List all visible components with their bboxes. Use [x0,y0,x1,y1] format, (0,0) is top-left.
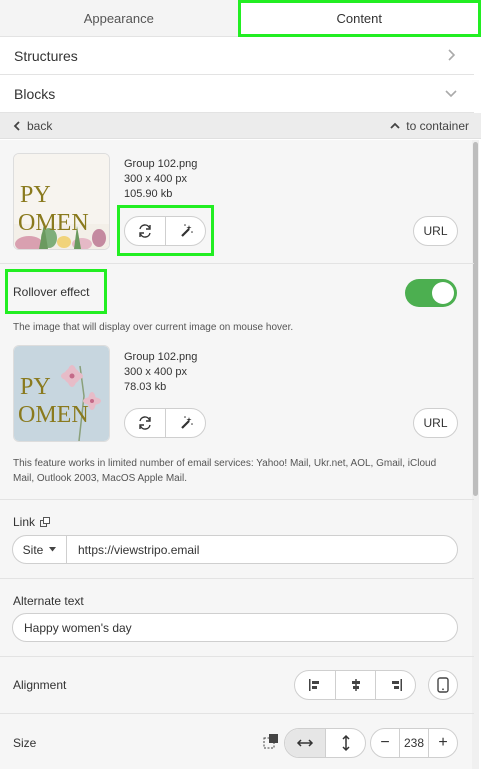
alignment-label: Alignment [13,678,67,692]
back-button[interactable]: back [12,119,52,133]
image-url-button[interactable]: URL [413,216,458,246]
align-right-button[interactable] [375,671,415,699]
refresh-icon [139,416,151,430]
scrollbar-thumb[interactable] [473,142,478,496]
size-width-button[interactable] [285,729,325,757]
link-label-row: Link [13,515,51,529]
rollover-label: Rollover effect [13,285,90,299]
size-increase-button[interactable]: + [429,729,457,757]
divider [0,656,474,657]
rollover-meta: Group 102.png 300 x 400 px 78.03 kb [124,350,197,395]
edit-rollover-image-button[interactable] [165,409,205,437]
responsive-size-icon[interactable] [263,733,279,749]
magic-wand-icon [180,224,193,237]
image-size: 105.90 kb [124,188,173,200]
copy-icon[interactable] [40,516,51,528]
replace-rollover-image-button[interactable] [125,409,165,437]
tab-content[interactable]: Content [237,0,481,37]
alt-text-field [12,613,458,642]
arrow-horizontal-icon [296,739,314,747]
size-value[interactable]: 238 [399,729,429,757]
tab-bar: Appearance Content [0,0,481,37]
rollover-actions [124,408,206,438]
image-filename: Group 102.png [124,158,198,170]
refresh-icon [139,224,151,238]
accordion-structures[interactable]: Structures [0,37,474,75]
mobile-view-button[interactable] [428,670,458,700]
rollover-description: The image that will display over current… [13,322,294,333]
toggle-knob [432,282,454,304]
image-dimensions: 300 x 400 px [124,173,187,185]
rollover-toggle[interactable] [405,279,457,307]
image-thumbnail: PY OMEN [13,153,110,250]
alignment-group [294,670,416,700]
rollover-dimensions: 300 x 400 px [124,366,187,378]
to-container-button[interactable]: to container [389,119,469,133]
accordion-structures-label: Structures [14,47,78,64]
arrow-vertical-icon [341,734,350,752]
divider [0,499,474,500]
magic-wand-icon [180,416,193,429]
thumb-text-omen: OMEN [18,210,89,236]
link-url-input[interactable] [67,536,457,563]
size-mode-group [284,728,366,758]
rollover-thumbnail: PY OMEN [13,345,110,442]
thumb-text-py: PY [20,182,51,208]
size-decrease-button[interactable]: − [371,729,399,757]
accordion-blocks[interactable]: Blocks [0,75,474,113]
chevron-down-icon [445,90,457,98]
align-center-icon [351,679,360,691]
rollover-filename: Group 102.png [124,351,198,363]
replace-image-button[interactable] [125,217,165,245]
size-stepper: − 238 + [370,728,458,758]
rollover-thumb-text-omen: OMEN [18,402,89,428]
alt-text-input[interactable] [13,614,457,641]
size-height-button[interactable] [325,729,365,757]
back-label: back [27,118,53,133]
rollover-url-button[interactable]: URL [413,408,458,438]
to-container-label: to container [406,118,469,133]
align-right-icon [391,679,402,691]
link-label: Link [13,515,36,529]
rollover-thumb-text-py: PY [20,374,51,400]
scrollbar[interactable] [472,140,479,769]
align-left-icon [309,679,319,691]
chevron-right-icon [448,49,456,61]
rollover-note-line1: This feature works in limited number of … [13,458,437,469]
link-field: Site [12,535,458,564]
rollover-note-line2: Mail, Outlook 2003, MacOS Apple Mail. [13,473,187,484]
accordion-blocks-label: Blocks [14,85,56,102]
mobile-phone-icon [437,677,449,693]
caret-down-icon [49,547,57,552]
rollover-size: 78.03 kb [124,381,167,393]
chevron-left-icon [13,120,20,131]
link-type-select[interactable]: Site [13,536,67,563]
divider [0,713,474,714]
alt-text-label: Alternate text [13,594,84,608]
tab-appearance[interactable]: Appearance [0,0,238,36]
navigation-bar: back to container [0,113,481,139]
divider [0,263,474,264]
divider [0,578,474,579]
chevron-up-icon [390,122,400,129]
edit-image-button[interactable] [165,217,205,245]
image-meta: Group 102.png 300 x 400 px 105.90 kb [124,157,197,202]
image-actions [124,216,206,246]
link-type-value: Site [22,542,44,557]
align-center-button[interactable] [335,671,375,699]
align-left-button[interactable] [295,671,335,699]
size-label: Size [13,736,37,750]
